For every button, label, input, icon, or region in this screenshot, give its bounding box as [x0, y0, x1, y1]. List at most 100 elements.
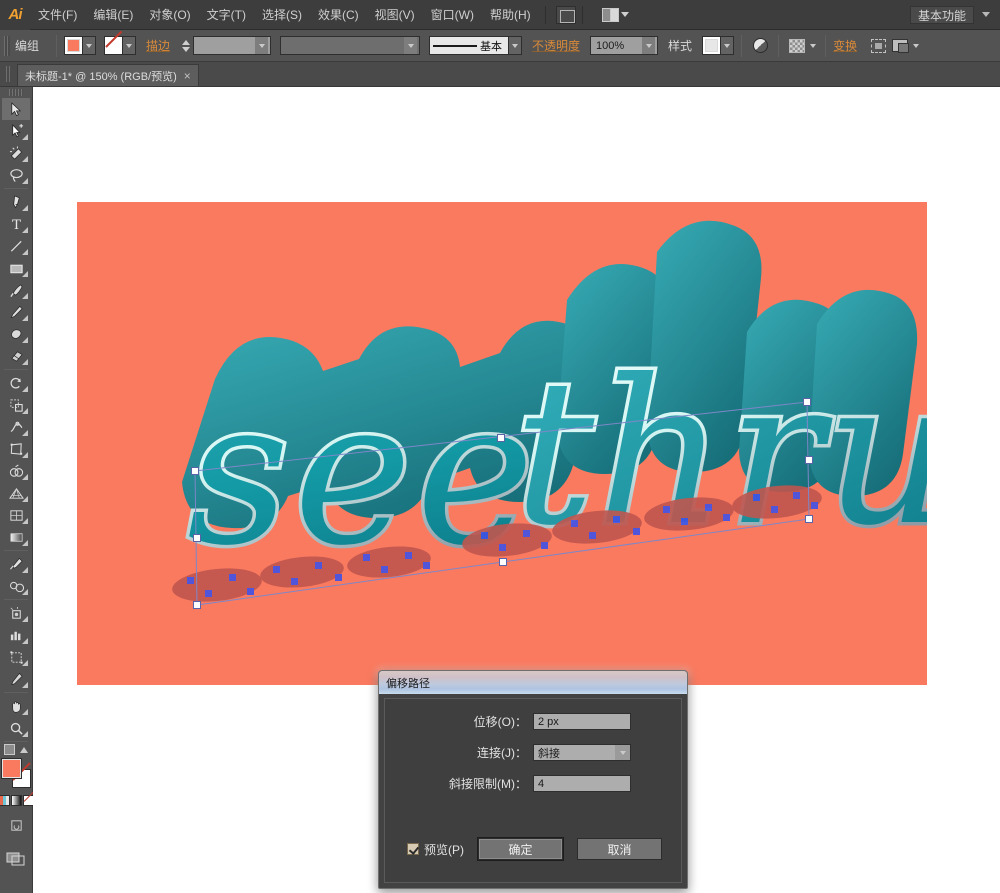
- stroke-weight-stepper[interactable]: [180, 39, 192, 53]
- opacity-label[interactable]: 不透明度: [532, 37, 580, 54]
- eyedropper-tool[interactable]: [2, 553, 30, 575]
- fill-swatch[interactable]: [64, 36, 84, 55]
- symbol-sprayer-tool[interactable]: [2, 602, 30, 624]
- opacity-mask-icon[interactable]: [786, 36, 808, 56]
- selection-tool[interactable]: [2, 98, 30, 120]
- slice-tool[interactable]: [2, 668, 30, 690]
- document-tab[interactable]: 未标题-1* @ 150% (RGB/预览) ×: [17, 64, 199, 86]
- screen-mode-icon[interactable]: [6, 850, 26, 871]
- menu-divider-2: [581, 5, 583, 24]
- scale-tool[interactable]: [2, 394, 30, 416]
- type-tool[interactable]: T: [2, 213, 30, 235]
- hand-tool[interactable]: [2, 695, 30, 717]
- arrange-documents-button[interactable]: [599, 7, 632, 23]
- dialog-title-bar[interactable]: 偏移路径: [379, 671, 687, 694]
- zoom-tool[interactable]: [2, 717, 30, 739]
- magic-wand-tool[interactable]: [2, 142, 30, 164]
- mask-chevron-down-icon[interactable]: [808, 36, 818, 55]
- rotate-tool[interactable]: [2, 372, 30, 394]
- close-icon[interactable]: ×: [184, 70, 191, 82]
- gradient-tool[interactable]: [2, 526, 30, 548]
- transform-label[interactable]: 变换: [833, 37, 857, 54]
- default-fill-stroke-icon[interactable]: [4, 744, 15, 755]
- align-icon[interactable]: [867, 36, 889, 56]
- width-tool[interactable]: [2, 416, 30, 438]
- perspective-grid-tool[interactable]: [2, 482, 30, 504]
- mesh-tool[interactable]: [2, 504, 30, 526]
- preview-checkbox[interactable]: [407, 843, 419, 855]
- drawing-mode-icon[interactable]: [8, 818, 25, 838]
- preview-checkbox-wrap[interactable]: 预览(P): [407, 841, 464, 858]
- stroke-swatch-group[interactable]: [104, 36, 137, 55]
- fill-stroke-indicator[interactable]: [1, 758, 31, 789]
- tab-bar-grip[interactable]: [6, 66, 12, 82]
- artboard-tool[interactable]: [2, 646, 30, 668]
- miter-limit-input[interactable]: 4: [533, 775, 631, 792]
- stroke-label[interactable]: 描边: [146, 37, 170, 54]
- offset-input[interactable]: 2 px: [533, 713, 631, 730]
- graphic-style-group[interactable]: [702, 36, 735, 55]
- free-transform-tool[interactable]: [2, 438, 30, 460]
- menu-divider: [544, 5, 546, 24]
- chevron-down-icon: [255, 37, 269, 54]
- menu-item-type[interactable]: 文字(T): [199, 0, 254, 30]
- stroke-profile-dropdown[interactable]: [280, 36, 421, 55]
- divider-3: [778, 34, 780, 57]
- offset-path-dialog[interactable]: 偏移路径 位移(O)： 2 px 连接(J)： 斜接 斜接限制(M)： 4 预览…: [378, 670, 688, 889]
- menu-item-select[interactable]: 选择(S): [254, 0, 310, 30]
- artboard[interactable]: see thru: [77, 202, 958, 685]
- eraser-tool[interactable]: [2, 345, 30, 367]
- workspace-chevron-down-icon[interactable]: [982, 12, 990, 17]
- arrange-icon[interactable]: [889, 36, 911, 56]
- bridge-icon[interactable]: [555, 5, 576, 24]
- artwork-see-thru[interactable]: see thru: [77, 202, 958, 685]
- swap-fill-stroke-icon[interactable]: [20, 746, 28, 753]
- stroke-weight-dropdown[interactable]: [193, 36, 272, 55]
- line-segment-tool[interactable]: [2, 235, 30, 257]
- brush-definition-dropdown[interactable]: 基本: [429, 36, 510, 55]
- opacity-dropdown[interactable]: 100%: [590, 36, 659, 55]
- rectangle-tool[interactable]: [2, 257, 30, 279]
- graphic-style-swatch[interactable]: [702, 36, 722, 55]
- fill-swatch-group[interactable]: [64, 36, 97, 55]
- column-graph-tool[interactable]: [2, 624, 30, 646]
- shape-builder-tool[interactable]: [2, 460, 30, 482]
- menu-item-window[interactable]: 窗口(W): [423, 0, 482, 30]
- pencil-tool[interactable]: [2, 301, 30, 323]
- paintbrush-tool[interactable]: [2, 279, 30, 301]
- menu-item-object[interactable]: 对象(O): [141, 0, 198, 30]
- cancel-button[interactable]: 取消: [577, 838, 662, 860]
- pen-tool[interactable]: [2, 191, 30, 213]
- offset-label: 位移(O)：: [473, 715, 527, 729]
- menu-item-view[interactable]: 视图(V): [367, 0, 423, 30]
- stroke-swatch[interactable]: [104, 36, 124, 55]
- join-label: 连接(J)：: [477, 746, 527, 760]
- menu-item-file[interactable]: 文件(F): [30, 0, 85, 30]
- brush-chevron-down-icon[interactable]: [509, 36, 523, 55]
- menu-item-edit[interactable]: 编辑(E): [85, 0, 141, 30]
- ok-button[interactable]: 确定: [477, 837, 564, 861]
- blob-brush-tool[interactable]: [2, 323, 30, 345]
- appearance-icon[interactable]: [749, 36, 771, 56]
- arrange-chevron-down-icon[interactable]: [911, 36, 921, 55]
- stroke-swatch-chevron-down-icon[interactable]: [123, 36, 137, 55]
- graphic-style-chevron-down-icon[interactable]: [721, 36, 735, 55]
- tools-panel-grip[interactable]: [9, 89, 23, 96]
- artwork-letters: see thru: [184, 334, 958, 594]
- direct-selection-tool[interactable]: [2, 120, 30, 142]
- join-dropdown[interactable]: 斜接: [533, 744, 631, 761]
- blend-tool[interactable]: [2, 575, 30, 597]
- menu-item-effect[interactable]: 效果(C): [310, 0, 367, 30]
- toolbar-fill-swatch[interactable]: [1, 758, 22, 779]
- control-bar-grip[interactable]: [4, 35, 10, 56]
- color-mode-color-icon[interactable]: [0, 795, 10, 806]
- color-mode-none-icon[interactable]: [22, 795, 34, 806]
- lasso-tool[interactable]: [2, 164, 30, 186]
- arrange-documents-icon: [601, 7, 619, 22]
- divider-4: [825, 34, 827, 57]
- fill-swatch-chevron-down-icon[interactable]: [83, 36, 97, 55]
- workspace-switcher[interactable]: 基本功能: [909, 6, 974, 24]
- miter-row: 斜接限制(M)： 4: [385, 775, 681, 792]
- menu-item-help[interactable]: 帮助(H): [482, 0, 539, 30]
- color-mode-gradient-icon[interactable]: [10, 795, 22, 806]
